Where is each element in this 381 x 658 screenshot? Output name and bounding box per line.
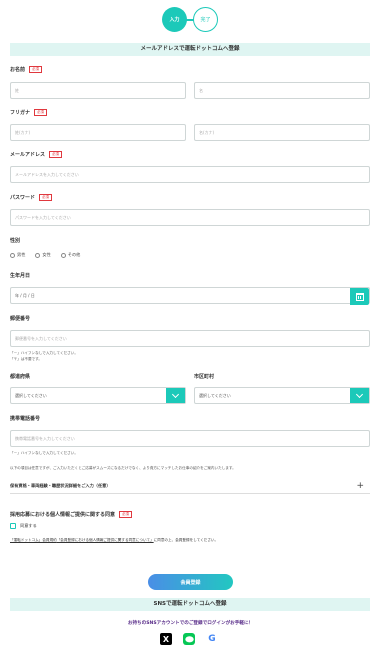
sns-note: お持ちのSNSアカウントでのご登録でログインがお手軽に！ [127,621,254,626]
phone-label: 携帯電話番号 [10,416,41,422]
birthdate-input[interactable]: 年 / 月 / 日 [10,287,370,305]
birthdate-value: 年 / 月 / 日 [15,292,35,298]
zipcode-note-symbol: 「〒」は不要です。 [10,357,42,361]
furigana-label-text: フリガナ [10,110,31,116]
expander-label: 保有資格・車両経験・職歴状況詳細をご入力（任意） [10,483,111,488]
prefecture-select[interactable]: 選択してください [10,387,186,404]
name-label: お名前 必須 [10,66,43,73]
city-label: 市区町村 [194,374,215,380]
consent-text: 「運転ドットコム」会員規約「会員登録における個人情報ご提供に関する同意について」… [10,538,218,543]
email-label-text: メールアドレス [10,152,46,158]
radio-circle-icon [60,252,66,258]
required-badge: 必須 [39,194,53,201]
zipcode-label: 郵便番号 [10,316,31,322]
plus-icon[interactable]: + [356,481,364,491]
zipcode-note-hyphen: 「－」ハイフンなしで入力してください。 [10,351,78,355]
terms-link[interactable]: 「運転ドットコム」会員規約 [10,538,57,542]
furigana-label: フリガナ 必須 [10,109,48,116]
first-name-kana-input[interactable]: 名(カナ) [194,124,370,141]
step-input: 入力 [162,7,187,32]
gender-other-radio[interactable]: その他 [60,252,81,258]
required-badge: 必須 [119,511,133,518]
step-complete: 完了 [193,7,218,32]
line-icon[interactable] [183,633,195,645]
calendar-button[interactable] [350,288,369,305]
consent-label-text: 採用応募における個人情報ご提供に関する同意 [10,512,116,518]
radio-circle-icon [10,252,15,258]
zipcode-input[interactable]: 郵便番号を入力してください [10,330,370,347]
email-label: メールアドレス 必須 [10,151,63,158]
password-label-text: パスワード [10,195,36,201]
google-icon[interactable]: G [206,633,218,645]
password-input[interactable]: パスワードを入力してください [10,209,370,226]
x-icon[interactable]: X [160,633,172,645]
consent-label: 採用応募における個人情報ご提供に関する同意 必須 [10,511,133,518]
gender-female-label: 女性 [42,252,51,257]
first-name-input[interactable]: 名 [194,82,370,99]
gender-male-label: 男性 [17,252,26,257]
prefecture-dropdown-button[interactable] [166,388,185,403]
city-select[interactable]: 選択してください [194,387,370,404]
gender-male-radio[interactable]: 男性 [10,252,25,258]
city-selected-value: 選択してください [199,392,231,398]
password-label: パスワード 必須 [10,194,53,201]
name-label-text: お名前 [10,67,26,73]
gender-label: 性別 [10,238,21,244]
phone-input[interactable]: 携帯電話番号を入力してください [10,430,370,447]
consent-checkbox-row[interactable]: 同意する [10,523,37,529]
consent-checkbox-label: 同意する [20,523,37,528]
gender-radio-group: 男性 女性 その他 [10,252,80,258]
chevron-down-icon [355,390,364,398]
chevron-down-icon [171,390,180,398]
prefecture-selected-value: 選択してください [15,392,47,398]
sns-buttons: X G [160,633,218,645]
consent-checkbox[interactable] [10,523,16,529]
sns-section-header: SNSで運転ドットコムへ登録 [10,598,370,611]
step-indicator: 入力 完了 [0,7,381,33]
required-badge: 必須 [29,66,43,73]
birthdate-label: 生年月日 [10,273,31,279]
last-name-kana-input[interactable]: 姓(カナ) [10,124,186,141]
consent-suffix: に同意の上、会員登録をしてください。 [153,538,219,542]
required-badge: 必須 [34,109,48,116]
calendar-icon [355,292,364,301]
qualifications-expander[interactable]: 保有資格・車両経験・職歴状況詳細をご入力（任意） + [10,481,370,494]
gender-female-radio[interactable]: 女性 [35,252,51,258]
radio-circle-icon [35,252,41,258]
required-badge: 必須 [49,151,63,158]
last-name-input[interactable]: 姓 [10,82,186,99]
gender-other-label: その他 [67,252,81,257]
city-dropdown-button[interactable] [350,388,369,403]
phone-note: 「－」ハイフンなしで入力してください。 [10,451,78,455]
email-section-header: メールアドレスで運転ドットコムへ登録 [10,43,370,56]
privacy-consent-link[interactable]: 「会員登録における個人情報ご提供に関する同意について」 [57,538,154,542]
register-button[interactable]: 会員登録 [148,574,233,590]
prefecture-label: 都道府県 [10,374,31,380]
email-input[interactable]: メールアドレスを入力してください [10,166,370,183]
optional-note: 以下の項目は任意ですが、ご入力いただくとご応募がスムーズになるだけでなく、より貴… [10,466,236,470]
